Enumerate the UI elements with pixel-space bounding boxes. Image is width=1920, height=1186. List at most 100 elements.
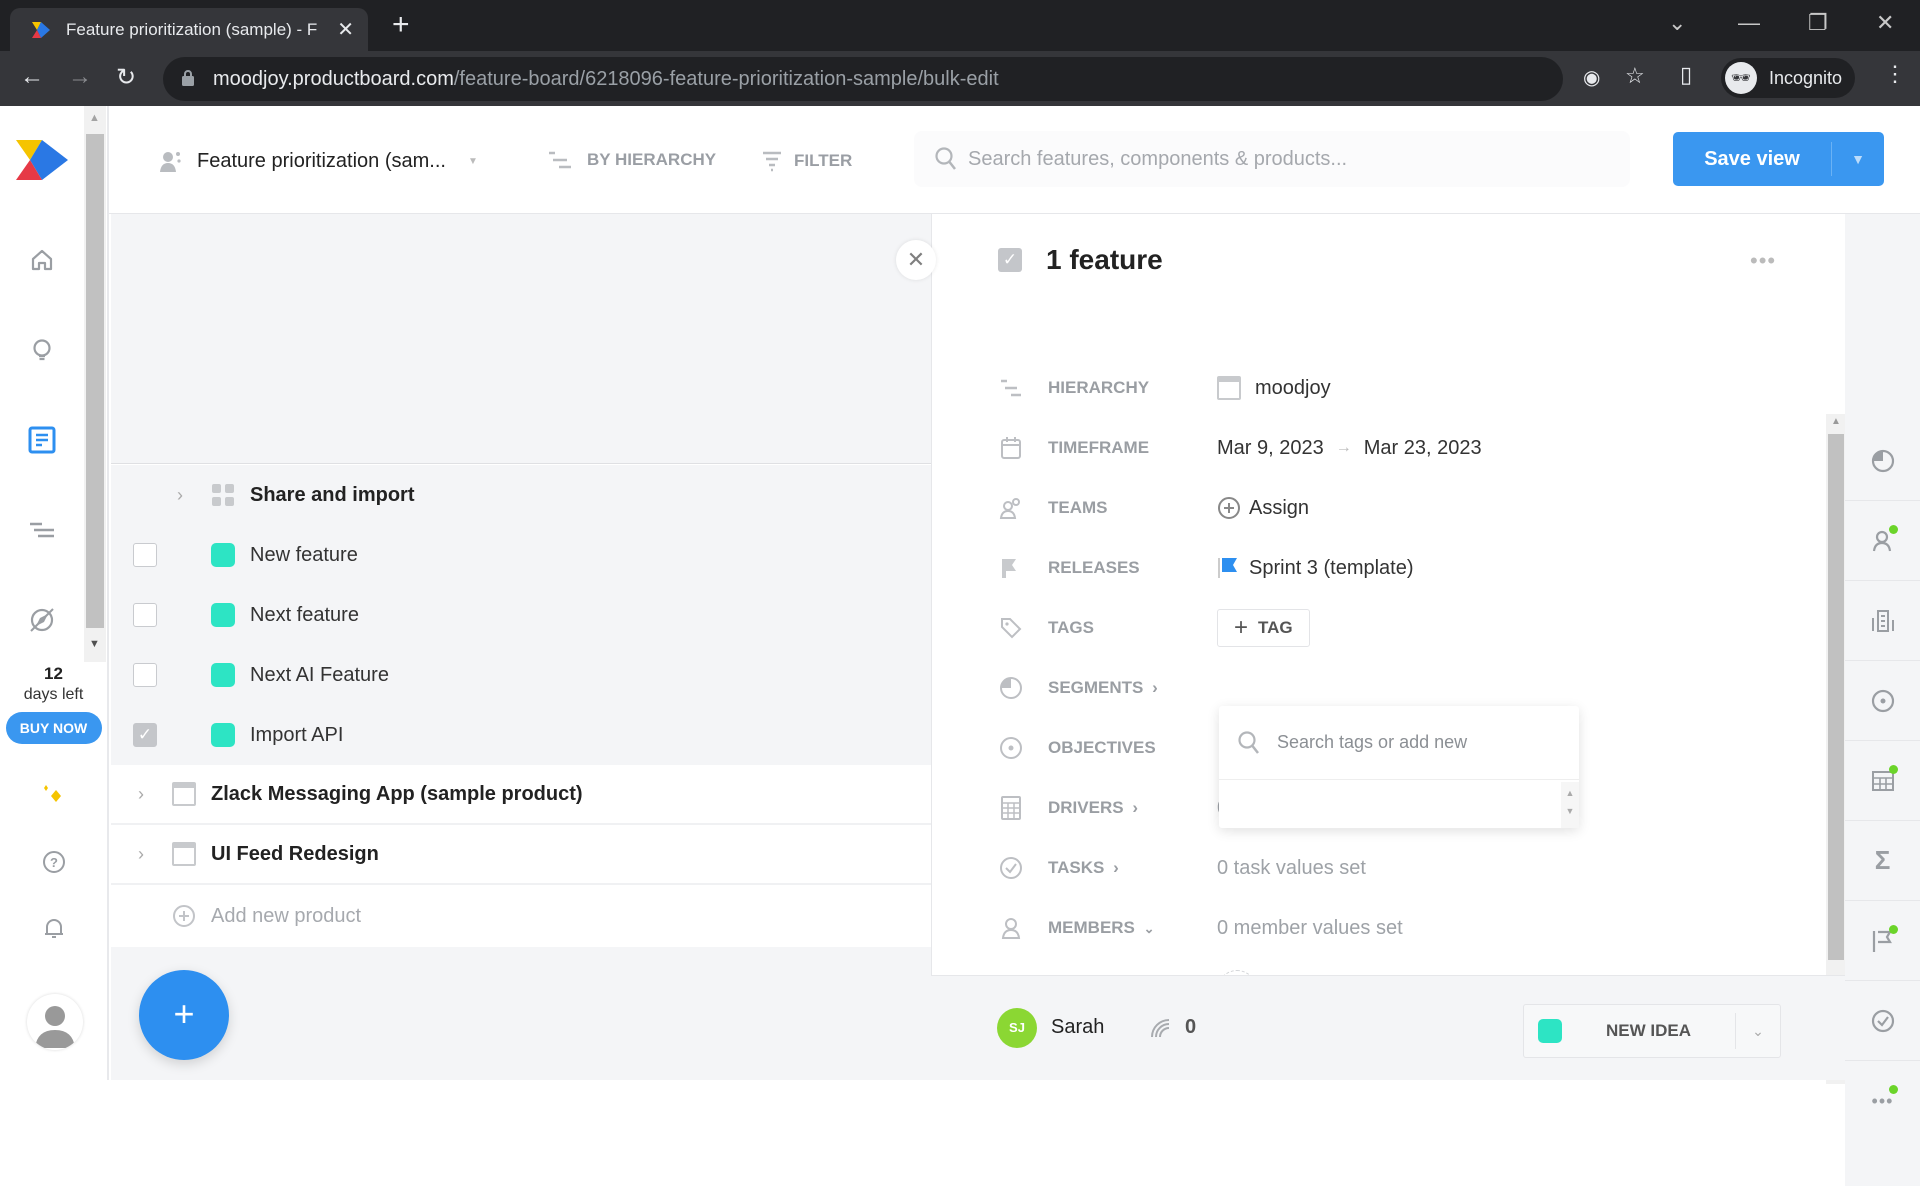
incognito-profile-button[interactable]: 🕶 Incognito — [1721, 58, 1855, 98]
status-selector[interactable]: NEW IDEA ⌄ — [1523, 1004, 1781, 1058]
tracking-protection-icon[interactable]: ◉ — [1583, 65, 1600, 90]
notification-dot — [1889, 525, 1898, 534]
buy-now-button[interactable]: BUY NOW — [5, 712, 102, 744]
search-input[interactable] — [968, 147, 1568, 171]
scroll-up-arrow[interactable]: ▲ — [1826, 416, 1846, 427]
rail-drivers-button[interactable] — [1845, 741, 1920, 821]
component-row[interactable]: › Share and import — [111, 465, 931, 525]
chevron-down-icon[interactable]: ⌄ — [1736, 1023, 1780, 1040]
app-root: ? ▲ ▼ 12 days left BUY NOW Feature prior… — [0, 106, 1920, 1186]
view-selector[interactable]: Feature prioritization (sam... ▼ — [157, 148, 478, 174]
browser-tab[interactable]: Feature prioritization (sample) - F ✕ — [10, 8, 368, 51]
help-button[interactable]: ? — [36, 844, 72, 880]
rail-segments-button[interactable] — [1845, 421, 1920, 501]
field-segments[interactable]: SEGMENTS › — [998, 668, 1798, 708]
close-tab-icon[interactable]: ✕ — [337, 17, 354, 42]
rail-companies-button[interactable] — [1845, 581, 1920, 661]
tag-search-input[interactable] — [1277, 732, 1557, 753]
scrollbar-thumb[interactable] — [86, 134, 104, 628]
address-bar[interactable]: moodjoy.productboard.com/feature-board/6… — [163, 57, 1645, 101]
restore-button[interactable]: ❐ — [1808, 10, 1828, 36]
expand-chevron-icon[interactable]: › — [138, 844, 144, 865]
search-bar[interactable] — [914, 131, 1630, 187]
scroll-up-arrow[interactable]: ▲ — [89, 112, 100, 124]
field-members[interactable]: MEMBERS ⌄ 0 member values set — [998, 908, 1798, 948]
field-label: RELEASES — [1048, 558, 1140, 577]
reload-button[interactable]: ↻ — [116, 63, 136, 92]
feature-checkbox[interactable] — [133, 543, 157, 567]
more-options-icon[interactable]: ••• — [1750, 248, 1776, 274]
feature-label: Next feature — [250, 603, 359, 626]
sidebar-item-insights[interactable] — [24, 332, 60, 368]
product-row[interactable]: › Zlack Messaging App (sample product) — [111, 765, 931, 825]
tab-search-icon[interactable]: ⌄ — [1668, 10, 1686, 36]
forward-button[interactable]: → — [68, 63, 92, 91]
close-panel-button[interactable]: ✕ — [896, 240, 936, 280]
hierarchy-value[interactable]: moodjoy — [1217, 376, 1331, 400]
status-swatch — [1538, 1019, 1562, 1043]
expand-chevron-icon[interactable]: › — [177, 485, 183, 506]
segments-icon — [1000, 677, 1022, 699]
owner-avatar[interactable]: SJ — [997, 1008, 1037, 1048]
whats-new-button[interactable] — [34, 778, 70, 814]
feature-row[interactable]: New feature — [111, 525, 931, 585]
field-releases: RELEASES Sprint 3 (template) — [998, 548, 1798, 588]
create-button[interactable]: + — [139, 970, 229, 1060]
add-tag-button[interactable]: + TAG — [1217, 609, 1310, 647]
rail-members-button[interactable] — [1845, 501, 1920, 581]
minimize-button[interactable]: — — [1738, 10, 1760, 36]
sidebar-scrollbar[interactable]: ▲ ▼ — [84, 106, 106, 662]
field-tasks[interactable]: TASKS › 0 task values set — [998, 848, 1798, 888]
productboard-logo[interactable] — [14, 138, 70, 182]
rail-releases-button[interactable] — [1845, 901, 1920, 981]
feature-row[interactable]: Next AI Feature — [111, 645, 931, 705]
feature-row[interactable]: Next feature — [111, 585, 931, 645]
scroll-down-arrow[interactable]: ▼ — [89, 638, 100, 650]
product-row[interactable]: › UI Feed Redesign — [111, 825, 931, 885]
add-product-row[interactable]: Add new product — [111, 885, 931, 947]
feature-checkbox[interactable] — [133, 603, 157, 627]
assign-team-button[interactable]: Assign — [1217, 496, 1309, 520]
close-window-button[interactable]: ✕ — [1876, 10, 1894, 36]
browser-menu-icon[interactable]: ⋮ — [1884, 61, 1906, 87]
save-view-label: Save view — [1704, 147, 1800, 170]
feature-checkbox[interactable] — [133, 663, 157, 687]
release-value[interactable]: Sprint 3 (template) — [1217, 556, 1414, 580]
feature-label: Next AI Feature — [250, 663, 389, 686]
side-panel-icon[interactable]: ▯ — [1680, 62, 1692, 88]
bookmark-star-icon[interactable]: ☆ — [1625, 63, 1645, 89]
sidebar-item-roadmaps[interactable] — [24, 512, 60, 548]
notifications-button[interactable] — [36, 910, 72, 946]
rail-more-button[interactable]: ••• — [1845, 1061, 1920, 1141]
sidebar-item-strategy[interactable] — [24, 602, 60, 638]
back-button[interactable]: ← — [20, 63, 44, 91]
group-by-button[interactable]: BY HIERARCHY — [547, 150, 716, 170]
user-avatar[interactable] — [27, 994, 83, 1050]
save-view-dropdown-icon[interactable]: ▼ — [1832, 151, 1884, 167]
feature-row[interactable]: ✓ Import API — [111, 705, 931, 765]
sidebar-item-features[interactable] — [24, 422, 60, 458]
scrollbar-thumb[interactable] — [1828, 434, 1844, 960]
rail-tasks-button[interactable] — [1845, 981, 1920, 1061]
sidebar-item-home[interactable] — [24, 242, 60, 278]
feature-checkbox-checked[interactable]: ✓ — [133, 723, 157, 747]
add-product-label: Add new product — [211, 904, 362, 927]
owner-name[interactable]: Sarah — [1051, 1016, 1104, 1039]
browser-tab-bar: Feature prioritization (sample) - F ✕ + … — [0, 0, 1920, 51]
new-tab-button[interactable]: + — [392, 10, 410, 40]
browser-toolbar: ← → ↻ moodjoy.productboard.com/feature-b… — [0, 51, 1920, 106]
rail-objectives-button[interactable] — [1845, 661, 1920, 741]
timeframe-value[interactable]: Mar 9, 2023 → Mar 23, 2023 — [1217, 437, 1482, 460]
product-icon — [1217, 376, 1241, 400]
rail-formula-button[interactable]: Σ — [1845, 821, 1920, 901]
select-all-checkbox[interactable]: ✓ — [998, 248, 1022, 272]
tag-list-scrollbar[interactable]: ▲ ▼ — [1561, 782, 1579, 828]
filter-button[interactable]: FILTER — [762, 150, 852, 172]
tasks-value: 0 task values set — [1217, 856, 1366, 879]
tab-title: Feature prioritization (sample) - F — [66, 19, 318, 39]
feedback-count[interactable]: 0 — [1149, 1016, 1196, 1039]
trial-info: 12 days left BUY NOW — [0, 662, 107, 744]
expand-chevron-icon[interactable]: › — [138, 784, 144, 805]
field-label: TEAMS — [1048, 498, 1108, 517]
save-view-button[interactable]: Save view ▼ — [1673, 132, 1884, 186]
